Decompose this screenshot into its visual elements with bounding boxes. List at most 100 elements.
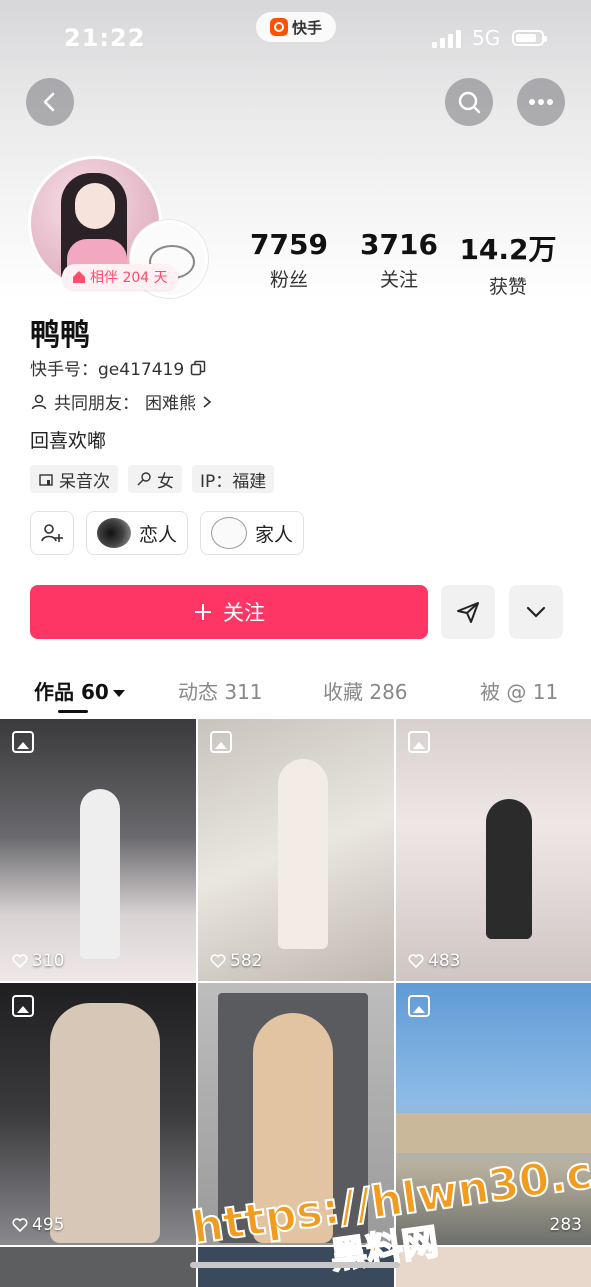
tab-favorites[interactable]: 收藏 286 bbox=[323, 676, 408, 705]
tab-label: 收藏 286 bbox=[323, 680, 408, 704]
image-post-icon bbox=[408, 731, 430, 753]
more-button[interactable] bbox=[517, 78, 565, 126]
tab-label: 动态 311 bbox=[178, 680, 263, 704]
post-likes: 310 bbox=[12, 951, 64, 971]
likes-count: 483 bbox=[428, 951, 461, 971]
likes-count: 495 bbox=[32, 1215, 65, 1235]
follow-button[interactable]: 关注 bbox=[30, 585, 428, 639]
profile-tags: 呆音次 女 IP：福建 bbox=[30, 465, 275, 493]
add-relation-button[interactable] bbox=[30, 511, 74, 555]
chevron-left-icon bbox=[43, 92, 55, 112]
home-indicator bbox=[190, 1262, 400, 1268]
post-likes: 582 bbox=[210, 951, 262, 971]
battery-icon bbox=[512, 30, 547, 46]
post-thumbnail[interactable]: 582 bbox=[198, 719, 394, 981]
tab-mentions[interactable]: 被 @ 11 bbox=[480, 676, 558, 705]
profile-name: 鸭鸭 bbox=[30, 318, 90, 353]
stat-value: 7759 bbox=[250, 228, 328, 261]
building-icon bbox=[39, 474, 53, 486]
relations-row: 恋人 家人 bbox=[30, 511, 305, 555]
image-post-icon bbox=[210, 731, 232, 753]
chevron-down-icon bbox=[526, 606, 546, 618]
network-type: 5G bbox=[472, 26, 501, 50]
relation-lover[interactable]: 恋人 bbox=[86, 511, 189, 555]
stat-likes[interactable]: 14.2万 获赞 bbox=[453, 228, 563, 299]
status-bar: 21:22 快手 5G bbox=[0, 0, 591, 80]
tab-label: 作品 60 bbox=[34, 680, 109, 704]
send-icon bbox=[457, 602, 479, 623]
profile-bio: 回喜欢嘟 bbox=[30, 430, 107, 452]
stat-following[interactable]: 3716 关注 bbox=[344, 228, 454, 292]
more-dots-icon bbox=[529, 99, 553, 105]
kuaishou-logo-icon bbox=[269, 18, 288, 36]
stat-value: 14.2万 bbox=[459, 233, 557, 266]
image-post-icon bbox=[12, 731, 34, 753]
back-button[interactable] bbox=[26, 78, 74, 126]
tag-school[interactable]: 呆音次 bbox=[30, 465, 118, 493]
expand-button[interactable] bbox=[509, 585, 563, 639]
tag-ip: IP：福建 bbox=[192, 465, 275, 493]
tab-moments[interactable]: 动态 311 bbox=[178, 676, 263, 705]
likes-count: 283 bbox=[549, 1215, 582, 1235]
relation-family[interactable]: 家人 bbox=[200, 511, 305, 555]
stat-value: 3716 bbox=[360, 228, 438, 261]
mutual-friends-label: 共同朋友： bbox=[54, 394, 139, 414]
post-thumbnail[interactable]: 310 bbox=[0, 719, 196, 981]
profile-tabs: 作品 60 动态 311 收藏 286 被 @ 11 bbox=[0, 668, 591, 713]
post-likes: 495 bbox=[12, 1215, 64, 1235]
app-indicator-pill: 快手 bbox=[256, 12, 336, 42]
post-thumbnail[interactable] bbox=[396, 1247, 591, 1287]
likes-count: 582 bbox=[230, 951, 263, 971]
post-thumbnail[interactable]: 483 bbox=[396, 719, 591, 981]
stat-label: 关注 bbox=[379, 269, 418, 291]
post-likes: 283 bbox=[550, 1215, 582, 1235]
post-thumbnail[interactable] bbox=[0, 1247, 196, 1287]
kwai-id-row[interactable]: 快手号：ge417419 bbox=[30, 355, 206, 380]
plus-icon bbox=[195, 604, 211, 620]
tab-works[interactable]: 作品 60 bbox=[34, 676, 125, 705]
avatar-group[interactable]: 相伴 204 天 bbox=[28, 156, 208, 298]
kwai-id-text: 快手号：ge417419 bbox=[30, 360, 185, 380]
tag-label: 呆音次 bbox=[59, 471, 110, 492]
stat-followers[interactable]: 7759 粉丝 bbox=[234, 228, 344, 292]
gallery-post-icon bbox=[408, 995, 430, 1017]
heart-icon bbox=[408, 954, 424, 968]
relation-label: 家人 bbox=[255, 523, 294, 546]
stat-label: 粉丝 bbox=[269, 269, 308, 291]
status-time: 21:22 bbox=[64, 24, 146, 52]
tag-label: 女 bbox=[157, 471, 174, 492]
follow-label: 关注 bbox=[223, 601, 265, 625]
add-person-icon bbox=[41, 524, 63, 542]
relation-avatar bbox=[211, 517, 248, 549]
gallery-post-icon bbox=[12, 995, 34, 1017]
mutual-friends-value: 困难熊 bbox=[145, 394, 196, 414]
post-thumbnail[interactable] bbox=[198, 983, 394, 1245]
companion-badge[interactable]: 相伴 204 天 bbox=[62, 264, 178, 290]
mutual-friends-row[interactable]: 共同朋友： 困难熊 bbox=[30, 389, 212, 414]
companion-badge-text: 相伴 204 天 bbox=[90, 270, 168, 286]
relation-avatar bbox=[97, 518, 131, 548]
search-icon bbox=[458, 91, 481, 114]
search-button[interactable] bbox=[445, 78, 493, 126]
post-likes: 483 bbox=[408, 951, 460, 971]
chevron-right-icon bbox=[203, 395, 212, 408]
female-icon bbox=[137, 472, 151, 486]
post-thumbnail[interactable]: 283 bbox=[396, 983, 591, 1245]
heart-icon bbox=[12, 1218, 28, 1232]
stat-label: 获赞 bbox=[488, 276, 527, 298]
active-tab-indicator bbox=[58, 710, 88, 713]
copy-icon[interactable] bbox=[190, 360, 206, 376]
post-thumbnail[interactable]: 495 bbox=[0, 983, 196, 1245]
app-name: 快手 bbox=[291, 18, 322, 37]
home-icon bbox=[73, 271, 85, 283]
signal-icon bbox=[432, 30, 461, 48]
tag-label: IP：福建 bbox=[200, 471, 267, 492]
person-icon bbox=[31, 394, 47, 409]
likes-count: 310 bbox=[32, 951, 65, 971]
heart-icon bbox=[12, 954, 28, 968]
tag-gender: 女 bbox=[128, 465, 182, 493]
tab-label: 被 @ 11 bbox=[480, 680, 559, 704]
message-button[interactable] bbox=[441, 585, 495, 639]
caret-down-icon bbox=[112, 690, 125, 697]
heart-icon bbox=[210, 954, 226, 968]
